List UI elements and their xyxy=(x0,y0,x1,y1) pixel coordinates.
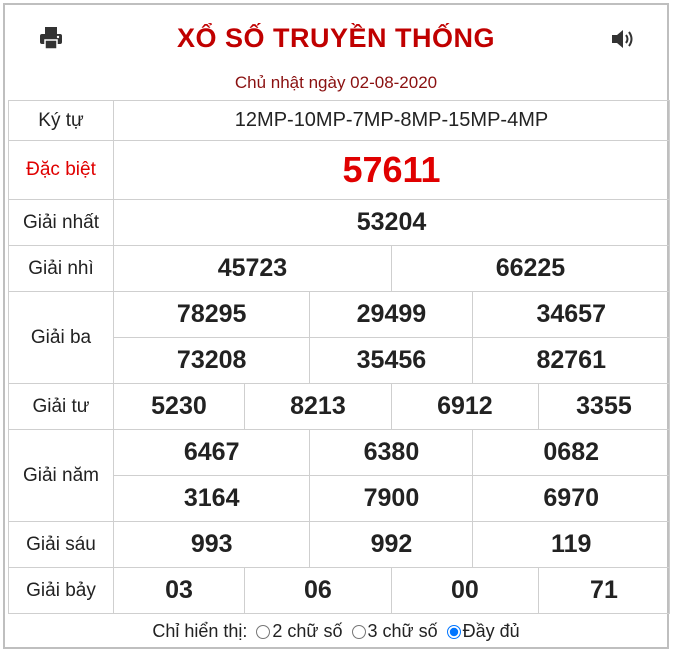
label-fifth: Giải năm xyxy=(8,429,114,522)
fifth-prize-number: 6970 xyxy=(472,475,670,522)
seventh-prize-number: 06 xyxy=(243,567,392,614)
fourth-prize-number: 5230 xyxy=(113,383,245,430)
display-filter: Chỉ hiển thị: 2 chữ số 3 chữ số Đầy đủ xyxy=(5,621,667,642)
results-header: XỔ SỐ TRUYỀN THỐNG Chủ nhật ngày 02-08-2… xyxy=(5,5,667,100)
third-prize-number: 29499 xyxy=(309,291,474,338)
page-title: XỔ SỐ TRUYỀN THỐNG xyxy=(176,23,496,53)
fifth-prize-number: 6467 xyxy=(112,429,311,476)
sixth-prize-number: 993 xyxy=(112,521,311,568)
filter-option-label: 2 chữ số xyxy=(272,621,343,641)
label-fourth: Giải tư xyxy=(8,383,114,430)
row-fifth-a: Giải năm 6467 6380 0682 xyxy=(8,429,670,522)
second-prize-number: 66225 xyxy=(390,245,671,292)
filter-option-label: Đầy đủ xyxy=(462,621,520,641)
radio-2-digits[interactable] xyxy=(256,625,271,639)
filter-prefix: Chỉ hiển thị: xyxy=(152,621,248,641)
third-prize-number: 78295 xyxy=(112,291,311,338)
radio-3-digits[interactable] xyxy=(351,625,366,639)
filter-option-full[interactable]: Đầy đủ xyxy=(443,621,520,641)
fourth-prize-number: 6912 xyxy=(390,383,539,430)
row-second: Giải nhì 45723 66225 xyxy=(8,245,671,292)
row-third-a: Giải ba 78295 29499 34657 xyxy=(8,291,670,384)
label-second: Giải nhì xyxy=(8,245,114,292)
results-table: Ký tự 12MP-10MP-7MP-8MP-15MP-4MP Đặc biệ… xyxy=(8,100,671,614)
fifth-prize-number: 0682 xyxy=(472,429,670,476)
special-prize-number: 57611 xyxy=(113,140,670,200)
speaker-icon[interactable] xyxy=(611,28,635,50)
third-prize-number: 34657 xyxy=(472,291,670,338)
fifth-prize-number: 3164 xyxy=(112,475,311,522)
row-special: Đặc biệt 57611 xyxy=(8,140,670,200)
row-sixth: Giải sáu 993 992 119 xyxy=(8,521,670,568)
fifth-prize-number: 7900 xyxy=(309,475,474,522)
sixth-prize-number: 992 xyxy=(309,521,474,568)
fourth-prize-number: 8213 xyxy=(243,383,392,430)
first-prize-number: 53204 xyxy=(113,199,670,246)
second-prize-number: 45723 xyxy=(113,245,392,292)
row-serial: Ký tự 12MP-10MP-7MP-8MP-15MP-4MP xyxy=(8,100,670,141)
fifth-prize-number: 6380 xyxy=(309,429,474,476)
row-first: Giải nhất 53204 xyxy=(8,199,670,246)
label-first: Giải nhất xyxy=(8,199,114,246)
serial-value: 12MP-10MP-7MP-8MP-15MP-4MP xyxy=(113,100,670,141)
label-serial: Ký tự xyxy=(8,100,114,141)
sixth-prize-number: 119 xyxy=(472,521,670,568)
seventh-prize-number: 00 xyxy=(390,567,539,614)
seventh-prize-number: 71 xyxy=(537,567,671,614)
results-frame: XỔ SỐ TRUYỀN THỐNG Chủ nhật ngày 02-08-2… xyxy=(3,3,671,649)
label-third: Giải ba xyxy=(8,291,114,384)
third-prize-number: 73208 xyxy=(112,337,311,384)
filter-option-3-digits[interactable]: 3 chữ số xyxy=(348,621,438,641)
seventh-prize-number: 03 xyxy=(113,567,245,614)
draw-date: Chủ nhật ngày 02-08-2020 xyxy=(234,73,438,92)
third-prize-number: 35456 xyxy=(309,337,474,384)
label-sixth: Giải sáu xyxy=(8,521,114,568)
row-seventh: Giải bảy 03 06 00 71 xyxy=(8,567,671,614)
row-fourth: Giải tư 5230 8213 6912 3355 xyxy=(8,383,671,430)
filter-option-label: 3 chữ số xyxy=(367,621,438,641)
third-prize-number: 82761 xyxy=(472,337,670,384)
fourth-prize-number: 3355 xyxy=(537,383,671,430)
radio-full[interactable] xyxy=(446,625,461,639)
filter-option-2-digits[interactable]: 2 chữ số xyxy=(252,621,343,641)
label-seventh: Giải bảy xyxy=(8,567,114,614)
label-special: Đặc biệt xyxy=(8,140,114,200)
